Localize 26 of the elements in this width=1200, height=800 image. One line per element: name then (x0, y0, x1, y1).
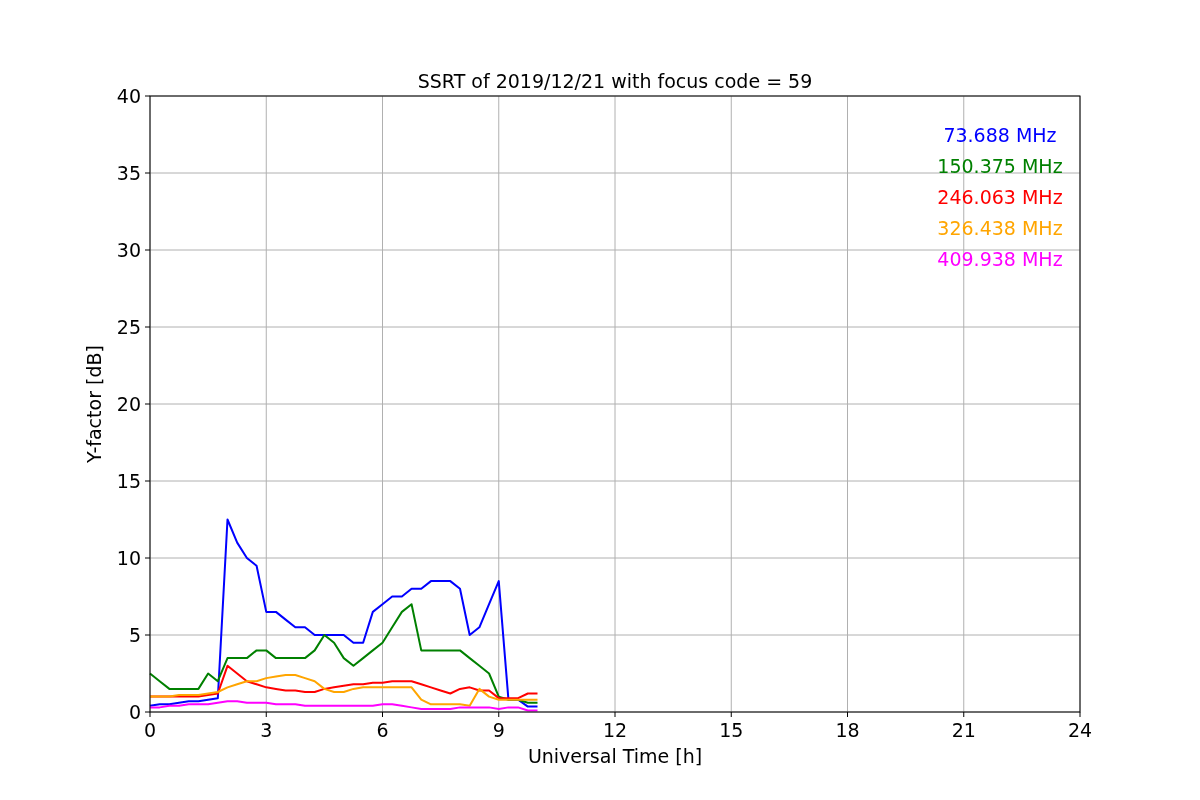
tick-label: 21 (951, 719, 976, 741)
tick-label: 0 (128, 701, 141, 723)
tick-label: 6 (376, 719, 389, 741)
tick-label: 35 (116, 162, 141, 184)
tick-label: 18 (835, 719, 860, 741)
tick-label: 3 (260, 719, 273, 741)
legend-label: 409.938 MHz (937, 248, 1063, 270)
legend-label: 246.063 MHz (937, 186, 1063, 208)
tick-label: 40 (116, 85, 141, 107)
legend-label: 150.375 MHz (937, 155, 1063, 177)
x-axis-label: Universal Time [h] (527, 745, 703, 767)
tick-label: 20 (116, 393, 141, 415)
tick-label: 9 (492, 719, 505, 741)
chart-title: SSRT of 2019/12/21 with focus code = 59 (417, 70, 813, 92)
y-axis-label: Y-factor [dB] (83, 345, 105, 463)
tick-label: 24 (1067, 719, 1093, 741)
tick-label: 10 (116, 547, 141, 569)
legend-label: 73.688 MHz (943, 124, 1057, 146)
tick-label: 30 (116, 239, 141, 261)
tick-label: 5 (128, 624, 141, 646)
tick-label: 0 (143, 719, 157, 741)
legend-label: 326.438 MHz (937, 217, 1063, 239)
tick-label: 25 (116, 316, 141, 338)
tick-label: 12 (602, 719, 628, 741)
tick-label: 15 (116, 470, 141, 492)
tick-label: 15 (719, 719, 744, 741)
